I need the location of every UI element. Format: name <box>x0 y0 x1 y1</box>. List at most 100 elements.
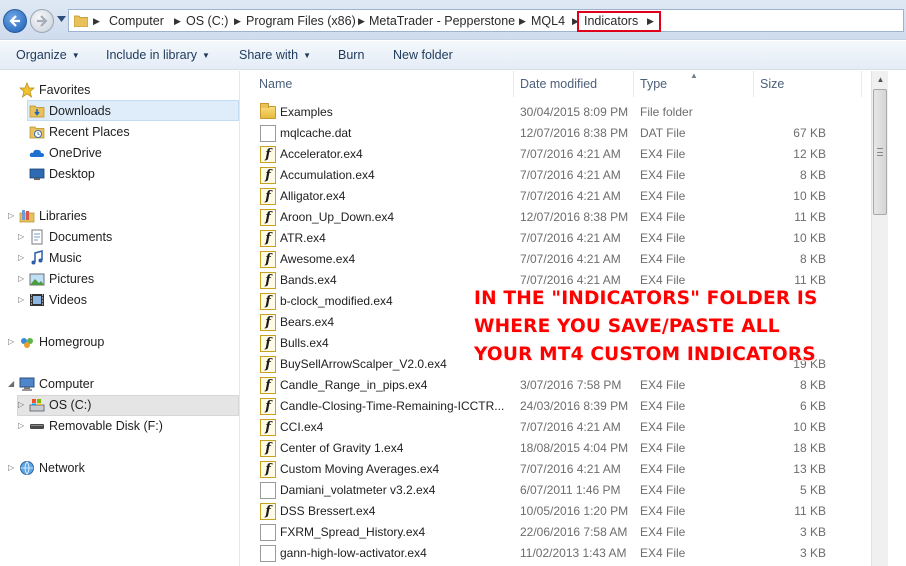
expand-arrow-icon[interactable]: ▷ <box>18 290 26 310</box>
ex4-file-icon: f <box>260 356 276 373</box>
column-header-type[interactable]: Type <box>640 77 667 91</box>
file-row[interactable]: f ATR.ex4 7/07/2016 4:21 AM EX4 File 10 KB <box>241 228 871 249</box>
column-divider[interactable] <box>633 71 634 97</box>
recent-places-icon <box>29 126 45 139</box>
column-header-date-modified[interactable]: Date modified <box>520 77 597 91</box>
file-date-modified: 6/07/2011 1:46 PM <box>520 483 621 497</box>
ex4-file-icon: f <box>260 314 276 331</box>
expand-arrow-icon[interactable]: ▷ <box>18 395 26 415</box>
chevron-right-icon[interactable]: ▶ <box>234 13 241 29</box>
column-divider[interactable] <box>513 71 514 97</box>
nav-documents-label: Documents <box>49 230 113 244</box>
file-name: Candle-Closing-Time-Remaining-ICCTR... <box>280 399 505 413</box>
file-type: EX4 File <box>640 462 686 476</box>
ex4-file-icon: f <box>260 398 276 415</box>
file-row[interactable]: f CCI.ex4 7/07/2016 4:21 AM EX4 File 10 KB <box>241 417 871 438</box>
breadcrumb-os-c[interactable]: OS (C:) <box>186 13 228 29</box>
file-row[interactable]: Examples 30/04/2015 8:09 PM File folder <box>241 102 871 123</box>
expand-arrow-icon[interactable]: ▷ <box>18 416 26 436</box>
file-type: File folder <box>640 105 693 119</box>
column-header-size[interactable]: Size <box>760 77 784 91</box>
file-name: Aroon_Up_Down.ex4 <box>280 210 395 224</box>
expand-arrow-icon[interactable]: ▷ <box>18 227 26 247</box>
file-type: EX4 File <box>640 420 686 434</box>
file-row[interactable]: f Candle_Range_in_pips.ex4 3/07/2016 7:58 … <box>241 375 871 396</box>
file-row[interactable]: f Aroon_Up_Down.ex4 12/07/2016 8:38 PM EX4 … <box>241 207 871 228</box>
breadcrumb[interactable]: ▶ Computer ▶ OS (C:) ▶ Program Files (x8… <box>68 9 904 32</box>
breadcrumb-metatrader[interactable]: MetaTrader - Pepperstone <box>369 13 515 29</box>
file-name: Candle_Range_in_pips.ex4 <box>280 378 428 392</box>
homegroup-icon <box>21 338 33 348</box>
file-row[interactable]: f Accumulation.ex4 7/07/2016 4:21 AM EX4 Fi… <box>241 165 871 186</box>
ex4-file-icon: f <box>260 335 276 352</box>
file-row[interactable]: f Alligator.ex4 7/07/2016 4:21 AM EX4 File 1… <box>241 186 871 207</box>
file-row[interactable]: f Candle-Closing-Time-Remaining-ICCTR... 2… <box>241 396 871 417</box>
expand-arrow-icon[interactable]: ▷ <box>8 332 16 352</box>
nav-downloads-label: Downloads <box>49 104 111 118</box>
back-button[interactable] <box>3 9 27 33</box>
file-type: EX4 File <box>640 168 686 182</box>
chevron-right-icon[interactable]: ▶ <box>519 13 526 29</box>
file-size: 12 KB <box>793 147 826 161</box>
file-size: 11 KB <box>794 504 826 518</box>
file-row[interactable]: f Custom Moving Averages.ex4 7/07/2016 4:2… <box>241 459 871 480</box>
chevron-down-icon: ▼ <box>71 51 80 60</box>
annotation-line: IN THE "INDICATORS" FOLDER IS <box>474 288 818 309</box>
collapse-arrow-icon[interactable]: ◢ <box>8 374 16 394</box>
chevron-right-icon[interactable]: ▶ <box>358 13 365 29</box>
nav-desktop-label: Desktop <box>49 167 95 181</box>
breadcrumb-program-files[interactable]: Program Files (x86) <box>246 13 356 29</box>
chevron-right-icon[interactable]: ▶ <box>93 13 100 29</box>
file-row[interactable]: f Center of Gravity 1.ex4 18/08/2015 4:04 … <box>241 438 871 459</box>
grip-icon <box>877 148 883 156</box>
file-name: Damiani_volatmeter v3.2.ex4 <box>280 483 436 497</box>
network-icon <box>20 461 34 475</box>
include-in-library-button[interactable]: Include in library ▼ <box>106 47 210 64</box>
file-type: EX4 File <box>640 189 686 203</box>
share-with-button[interactable]: Share with ▼ <box>239 47 311 64</box>
expand-arrow-icon[interactable]: ▷ <box>18 248 26 268</box>
file-row[interactable]: f Accelerator.ex4 7/07/2016 4:21 AM EX4 Fil… <box>241 144 871 165</box>
breadcrumb-mql4[interactable]: MQL4 <box>531 13 565 29</box>
scroll-up-arrow-icon[interactable]: ▲ <box>872 71 889 88</box>
file-date-modified: 7/07/2016 4:21 AM <box>520 231 621 245</box>
forward-button[interactable] <box>30 9 54 33</box>
file-name: ATR.ex4 <box>280 231 326 245</box>
file-name: Bulls.ex4 <box>280 336 329 350</box>
annotation-line: WHERE YOU SAVE/PASTE ALL <box>474 316 780 337</box>
file-row[interactable]: gann-high-low-activator.ex4 11/02/2013 1:… <box>241 543 871 564</box>
column-divider[interactable] <box>753 71 754 97</box>
file-row[interactable]: f Awesome.ex4 7/07/2016 4:21 AM EX4 File 8 K… <box>241 249 871 270</box>
navigation-pane: Favorites Downloads Recent Places OneDri… <box>0 71 240 566</box>
file-name: mqlcache.dat <box>280 126 352 140</box>
organize-button[interactable]: Organize ▼ <box>16 47 80 64</box>
expand-arrow-icon[interactable]: ▷ <box>8 458 16 478</box>
file-row[interactable]: f DSS Bressert.ex4 10/05/2016 1:20 PM EX4 F… <box>241 501 871 522</box>
chevron-down-icon: ▼ <box>202 51 210 60</box>
burn-button[interactable]: Burn <box>338 47 364 64</box>
recent-pages-dropdown-icon[interactable] <box>57 16 66 22</box>
nav-computer-label: Computer <box>39 377 94 391</box>
expand-arrow-icon[interactable]: ▷ <box>8 206 16 226</box>
back-arrow-icon <box>9 15 20 27</box>
nav-music-label: Music <box>49 251 82 265</box>
file-row[interactable]: Damiani_volatmeter v3.2.ex4 6/07/2011 1:4… <box>241 480 871 501</box>
new-folder-button[interactable]: New folder <box>393 47 453 64</box>
file-size: 13 KB <box>793 462 826 476</box>
expand-arrow-icon[interactable]: ▷ <box>18 269 26 289</box>
file-row[interactable]: FXRM_Spread_History.ex4 22/06/2016 7:58 A… <box>241 522 871 543</box>
column-header-name[interactable]: Name <box>259 77 292 91</box>
column-divider[interactable] <box>861 71 862 97</box>
ex4-file-icon: f <box>260 146 276 163</box>
file-row[interactable]: mqlcache.dat 12/07/2016 8:38 PM DAT File 67… <box>241 123 871 144</box>
file-name: CCI.ex4 <box>280 420 324 434</box>
file-type: EX4 File <box>640 441 686 455</box>
usb-drive-icon <box>30 424 44 429</box>
file-date-modified: 7/07/2016 4:21 AM <box>520 189 621 203</box>
folder-icon <box>260 103 276 119</box>
file-type: EX4 File <box>640 378 686 392</box>
breadcrumb-computer[interactable]: Computer <box>109 13 164 29</box>
chevron-right-icon[interactable]: ▶ <box>174 13 181 29</box>
scrollbar-thumb[interactable] <box>873 89 887 215</box>
ex4-file-icon: f <box>260 167 276 184</box>
